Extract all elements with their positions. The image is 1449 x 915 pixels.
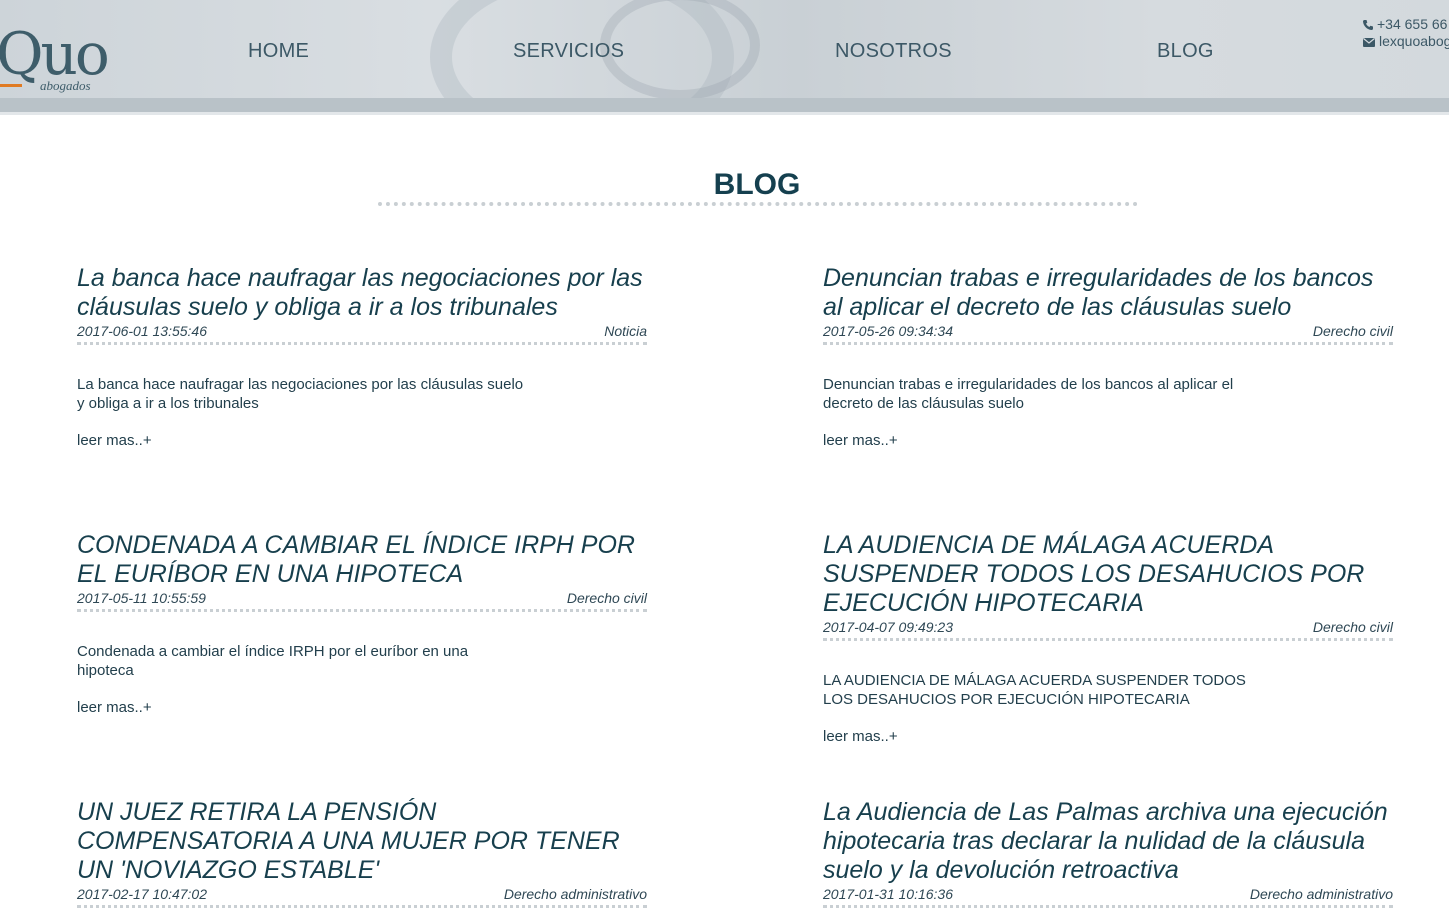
post-meta: 2017-04-07 09:49:23 Derecho civil [823,618,1393,641]
post-title[interactable]: UN JUEZ RETIRA LA PENSIÓN COMPENSATORIA … [77,798,647,885]
post-excerpt: LA AUDIENCIA DE MÁLAGA ACUERDA SUSPENDER… [823,672,1246,708]
logo[interactable]: Quo abogados [0,20,110,96]
post-meta: 2017-06-01 13:55:46 Noticia [77,322,647,345]
blog-post: La Audiencia de Las Palmas archiva una e… [823,798,1393,908]
contact-email[interactable]: lexquoabog [1362,33,1449,50]
blog-post: CONDENADA A CAMBIAR EL ÍNDICE IRPH POR E… [77,531,647,716]
post-category[interactable]: Noticia [604,322,647,340]
post-meta: 2017-02-17 10:47:02 Derecho administrati… [77,885,647,908]
blog-post: LA AUDIENCIA DE MÁLAGA ACUERDA SUSPENDER… [823,531,1393,745]
post-category[interactable]: Derecho civil [1313,322,1393,340]
logo-accent-bar [0,84,22,87]
nav-servicios[interactable]: SERVICIOS [513,40,624,63]
post-category[interactable]: Derecho civil [1313,618,1393,636]
logo-text: Quo [0,20,110,88]
post-date: 2017-05-26 09:34:34 [823,323,953,339]
email-address: lexquoabog [1379,33,1449,49]
post-excerpt: Condenada a cambiar el índice IRPH por e… [77,643,469,679]
post-excerpt: Denuncian trabas e irregularidades de lo… [823,376,1234,412]
post-title[interactable]: LA AUDIENCIA DE MÁLAGA ACUERDA SUSPENDER… [823,531,1393,618]
post-category[interactable]: Derecho administrativo [504,885,647,903]
page-title: BLOG [713,168,801,201]
nav-nosotros[interactable]: NOSOTROS [835,40,952,63]
read-more-link[interactable]: leer mas..+ [77,699,647,716]
read-more-link[interactable]: leer mas..+ [823,728,1393,745]
phone-number: +34 655 66 [1377,16,1448,32]
post-category[interactable]: Derecho administrativo [1250,885,1393,903]
post-meta: 2017-05-11 10:55:59 Derecho civil [77,589,647,612]
contact-info: +34 655 66 lexquoabog [1362,16,1449,50]
post-title[interactable]: Denuncian trabas e irregularidades de lo… [823,264,1393,322]
post-date: 2017-04-07 09:49:23 [823,619,953,635]
blog-post: UN JUEZ RETIRA LA PENSIÓN COMPENSATORIA … [77,798,647,908]
blog-post: La banca hace naufragar las negociacione… [77,264,647,449]
post-title[interactable]: CONDENADA A CAMBIAR EL ÍNDICE IRPH POR E… [77,531,647,589]
site-header: Quo abogados HOME SERVICIOS NOSOTROS BLO… [0,0,1449,98]
post-date: 2017-02-17 10:47:02 [77,886,207,902]
post-title[interactable]: La banca hace naufragar las negociacione… [77,264,647,322]
contact-phone[interactable]: +34 655 66 [1362,16,1449,33]
read-more-link[interactable]: leer mas..+ [77,432,647,449]
header-bottom-band [0,98,1449,112]
post-date: 2017-06-01 13:55:46 [77,323,207,339]
post-title[interactable]: La Audiencia de Las Palmas archiva una e… [823,798,1393,885]
nav-home[interactable]: HOME [248,40,309,63]
read-more-link[interactable]: leer mas..+ [823,432,1393,449]
post-date: 2017-05-11 10:55:59 [77,590,206,606]
post-meta: 2017-05-26 09:34:34 Derecho civil [823,322,1393,345]
logo-subtitle: abogados [40,78,91,93]
envelope-icon [1363,37,1375,47]
post-category[interactable]: Derecho civil [567,589,647,607]
nav-blog[interactable]: BLOG [1157,40,1214,63]
title-divider [378,202,1138,206]
post-date: 2017-01-31 10:16:36 [823,886,953,902]
phone-icon [1363,19,1373,30]
header-bottom-line [0,112,1449,115]
post-excerpt: La banca hace naufragar las negociacione… [77,376,524,412]
post-meta: 2017-01-31 10:16:36 Derecho administrati… [823,885,1393,908]
blog-post: Denuncian trabas e irregularidades de lo… [823,264,1393,449]
